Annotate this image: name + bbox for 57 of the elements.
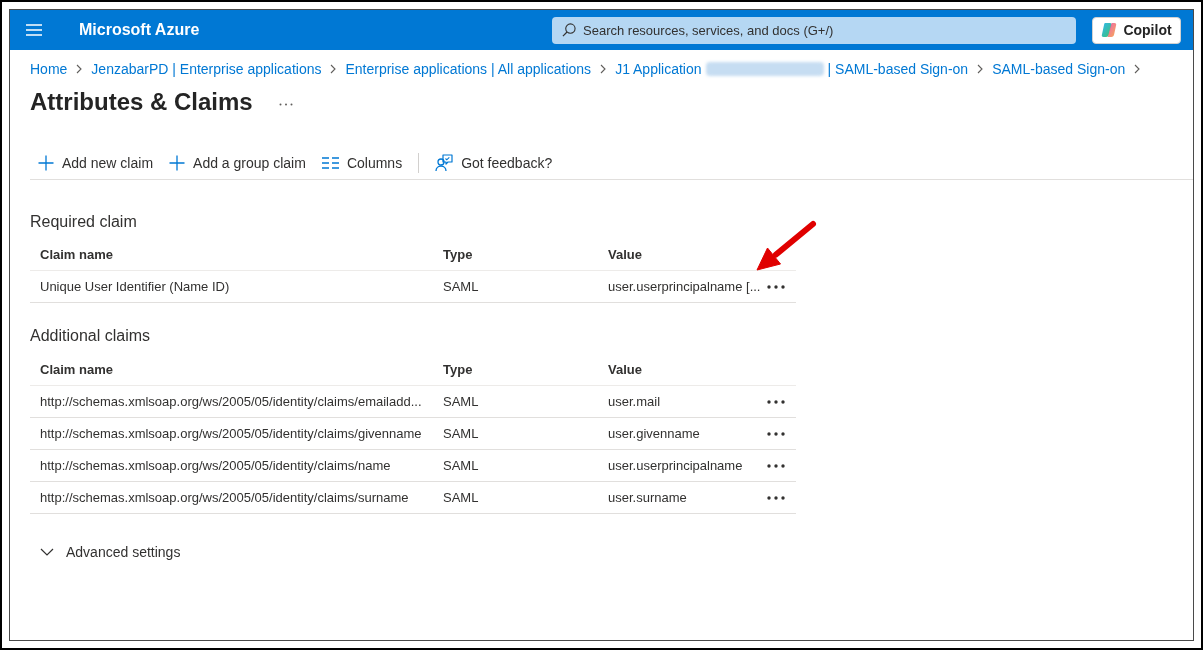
copilot-button[interactable]: Copilot: [1092, 16, 1181, 44]
table-cell: user.userprincipalname [...: [608, 278, 761, 294]
table-cell: Unique User Identifier (Name ID): [40, 278, 230, 294]
chevron-right-icon: [330, 64, 337, 74]
breadcrumb-link[interactable]: | SAML-based Sign-on: [827, 59, 969, 79]
advanced-settings-toggle[interactable]: Advanced settings: [40, 542, 181, 562]
ellipsis-icon: [767, 284, 785, 289]
columns-icon: [321, 156, 339, 169]
table-cell: SAML: [443, 278, 479, 294]
table-cell: SAML: [443, 457, 479, 473]
chevron-right-icon: [600, 64, 607, 74]
toolbar-button[interactable]: Columns: [313, 146, 411, 179]
annotation-arrow: [754, 220, 817, 273]
table-cell: SAML: [443, 489, 479, 505]
menu-icon: [26, 24, 42, 36]
search-icon: [562, 22, 576, 37]
table-cell: user.givenname: [608, 425, 700, 441]
column-header: Type: [443, 361, 473, 377]
ellipsis-icon: [767, 399, 785, 404]
table-cell: http://schemas.xmlsoap.org/ws/2005/05/identity/claims/emailadd...: [40, 393, 422, 409]
ellipsis-icon: [278, 102, 293, 106]
table-cell: http://schemas.xmlsoap.org/ws/2005/05/identity/claims/surname: [40, 489, 409, 505]
toolbar-button[interactable]: Got feedback?: [427, 146, 561, 179]
table-cell: user.userprincipalname: [608, 457, 743, 473]
ellipsis-icon: [767, 495, 785, 500]
feedback-icon: [435, 153, 454, 172]
table-cell: http://schemas.xmlsoap.org/ws/2005/05/identity/claims/givenname: [40, 425, 422, 441]
chevron-right-icon: [1134, 64, 1141, 74]
chevron-right-icon: [977, 64, 984, 74]
plus-icon: [38, 154, 54, 171]
toolbar-button[interactable]: Add new claim: [30, 146, 162, 179]
app-title: Microsoft Azure: [79, 20, 200, 40]
section-heading: Additional claims: [30, 326, 151, 346]
column-header: Claim name: [40, 246, 113, 262]
breadcrumb-link[interactable]: Enterprise applications | All applications: [345, 59, 592, 79]
breadcrumb-link[interactable]: SAML-based Sign-on: [992, 59, 1126, 79]
ellipsis-icon: [767, 431, 785, 436]
chevron-right-icon: [76, 64, 83, 74]
column-header: Value: [608, 361, 642, 377]
logo-icon: [1101, 22, 1118, 38]
breadcrumb-link[interactable]: JenzabarPD | Enterprise applications: [91, 59, 322, 79]
column-header: Type: [443, 246, 473, 262]
column-header: Value: [608, 246, 642, 262]
table-cell: user.surname: [608, 489, 687, 505]
ellipsis-icon: [767, 463, 785, 468]
breadcrumb-link[interactable]: J1 Application: [615, 59, 702, 79]
table-cell: user.mail: [608, 393, 661, 409]
breadcrumb-link[interactable]: Home: [30, 59, 68, 79]
table-cell: http://schemas.xmlsoap.org/ws/2005/05/identity/claims/name: [40, 457, 391, 473]
table-cell: SAML: [443, 393, 479, 409]
page-title: Attributes & Claims: [30, 87, 253, 117]
toolbar-button[interactable]: Add a group claim: [161, 146, 314, 179]
plus-icon: [169, 154, 186, 171]
table-cell: SAML: [443, 425, 479, 441]
search-field[interactable]: Search resources, services, and docs (G+/): [552, 16, 1076, 44]
section-heading: Required claim: [30, 212, 137, 232]
column-header: Claim name: [40, 361, 113, 377]
